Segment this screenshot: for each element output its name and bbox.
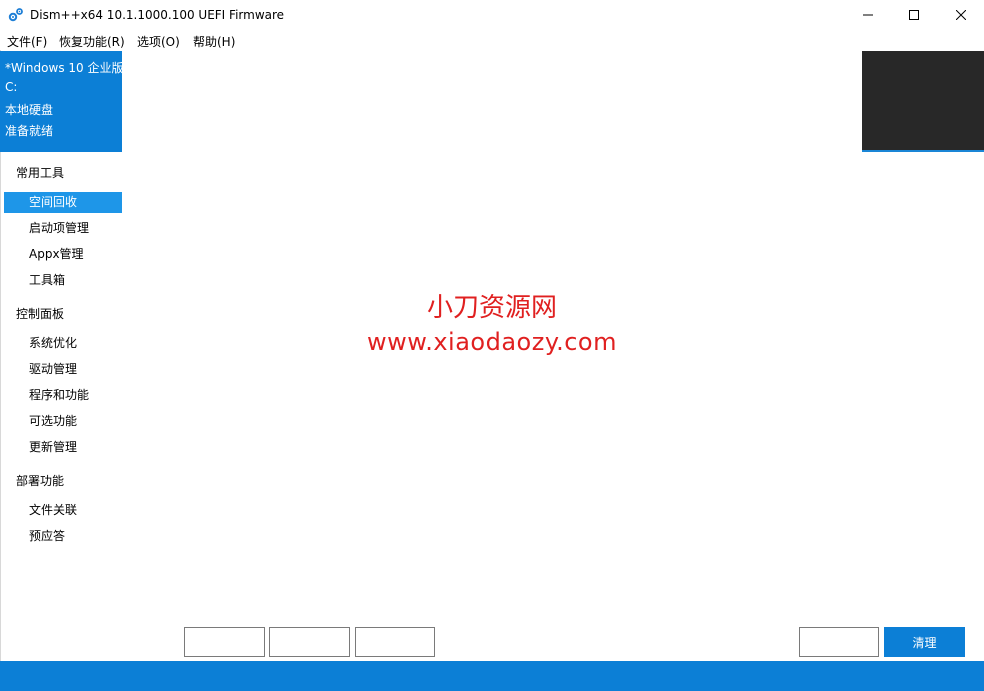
title-bar: Dism++x64 10.1.1000.100 UEFI Firmware [0,0,984,31]
clean-button-label: 清理 [912,635,937,650]
system-info-panel[interactable]: *Windows 10 企业版 C: 本地硬盘 准备就绪 [0,51,122,152]
maximize-icon [909,9,919,23]
sidebar-item-answer-file[interactable]: 预应答 [4,526,122,547]
dark-panel [862,51,984,152]
drive-letter: C: [5,80,18,94]
status-bar [0,661,984,691]
section-common-tools: 常用工具 [16,166,65,180]
window-title: Dism++x64 10.1.1000.100 UEFI Firmware [30,8,285,22]
sidebar-item-programs[interactable]: 程序和功能 [4,385,122,406]
bottom-button-4[interactable] [799,627,879,657]
watermark-title: 小刀资源网 [426,293,557,323]
bottom-button-2[interactable] [269,627,350,657]
bottom-button-1[interactable] [184,627,265,657]
menu-bar: 文件(F) 恢复功能(R) 选项(O) 帮助(H) [0,31,984,50]
gear-icon [8,7,24,23]
close-button[interactable] [938,0,984,31]
sidebar-item-drivers[interactable]: 驱动管理 [4,359,122,380]
clean-button[interactable]: 清理 [884,627,965,657]
sidebar-item-startup[interactable]: 启动项管理 [4,218,122,239]
disk-type: 本地硬盘 [5,103,54,117]
menu-options[interactable]: 选项(O) [137,33,180,50]
close-icon [955,9,967,23]
status-text: 准备就绪 [5,124,54,138]
bottom-button-3[interactable] [355,627,435,657]
os-name: *Windows 10 企业版 [5,61,122,75]
maximize-button[interactable] [891,0,937,31]
watermark-url: www.xiaodaozy.com [367,328,617,356]
minimize-button[interactable] [845,0,891,31]
sidebar-item-space-reclaim[interactable]: 空间回收 [4,192,122,213]
menu-file[interactable]: 文件(F) [7,33,47,50]
sidebar-item-optional-features[interactable]: 可选功能 [4,411,122,432]
sidebar-item-updates[interactable]: 更新管理 [4,437,122,458]
menu-restore[interactable]: 恢复功能(R) [59,33,125,50]
menu-help[interactable]: 帮助(H) [193,33,235,50]
section-deployment: 部署功能 [16,474,65,488]
minimize-icon [863,9,873,23]
sidebar-item-file-assoc[interactable]: 文件关联 [4,500,122,521]
sidebar-item-appx[interactable]: Appx管理 [4,244,122,265]
